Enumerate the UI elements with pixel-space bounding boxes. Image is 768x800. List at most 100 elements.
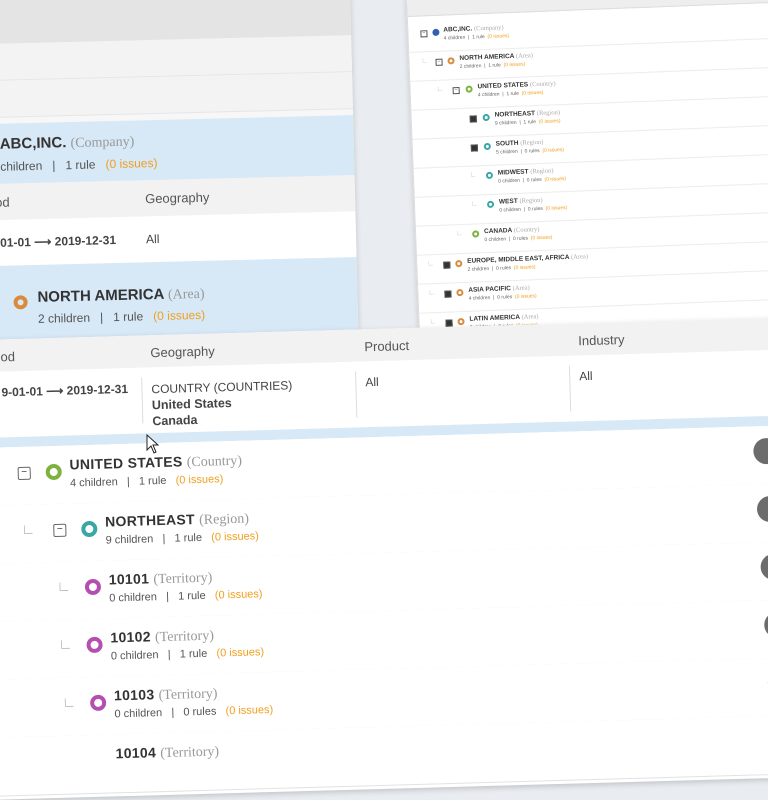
region-ring-icon	[487, 201, 494, 208]
separator: |	[52, 158, 55, 172]
node-type: (Company)	[70, 135, 134, 152]
node-name: ABC,INC. (Company)	[0, 133, 135, 154]
country-ring-icon	[465, 86, 472, 93]
tree-branch-icon: ∟	[21, 521, 35, 537]
column-geography[interactable]: Geography	[145, 190, 210, 207]
node-name: NORTH AMERICA (Area)	[37, 285, 204, 307]
minus-box-icon[interactable]: −	[453, 87, 460, 94]
node-meta: children | 1 rule (0 issues)	[0, 156, 158, 174]
minus-box-icon[interactable]: −	[435, 59, 442, 66]
node-name: UNITED STATES (Country)	[69, 452, 242, 475]
territory-detail-panel: od Geography Product Industry 9-01-01 ⟶ …	[0, 318, 768, 800]
tree-branch-icon: ∟	[471, 200, 478, 207]
rule-count: 1 rule	[113, 309, 143, 324]
divider	[141, 377, 143, 423]
divider	[569, 366, 571, 412]
plus-box-icon[interactable]	[445, 319, 452, 326]
tree-branch-icon: ∟	[429, 318, 436, 325]
column-period[interactable]: od	[0, 195, 10, 210]
minus-box-icon[interactable]: −	[18, 467, 31, 480]
plus-box-icon[interactable]	[470, 115, 477, 122]
node-type: (Area)	[168, 287, 205, 303]
company-node-row[interactable]: ABC,INC. (Company) children | 1 rule (0 …	[0, 115, 355, 184]
plus-box-icon[interactable]	[443, 261, 450, 268]
node-name: CANADA (Country)	[484, 226, 540, 235]
column-period[interactable]: od	[0, 349, 15, 364]
tree-branch-icon: ∟	[421, 57, 428, 64]
column-geography[interactable]: Geography	[150, 343, 215, 360]
node-name: NORTH AMERICA (Area)	[459, 52, 533, 62]
issues-count[interactable]: (0 issues)	[153, 308, 205, 323]
user-avatar-icon[interactable]	[760, 554, 768, 581]
country-ring-icon	[45, 464, 61, 480]
area-node-row[interactable]: NORTH AMERICA (Area) 2 children | 1 rule…	[0, 257, 358, 342]
user-avatar-icon[interactable]	[757, 496, 768, 523]
minus-box-icon[interactable]: −	[53, 524, 66, 537]
area-ring-icon	[457, 318, 464, 325]
node-name: ABC,INC. (Company)	[443, 24, 504, 33]
user-avatar-icon[interactable]	[753, 438, 768, 465]
node-meta: 4 children | 0 rules (0 issues)	[469, 293, 537, 302]
geography-value: COUNTRY (COUNTRIES) United States Canada	[151, 377, 293, 429]
mouse-pointer-icon	[146, 434, 160, 454]
node-meta: 2 children | 0 rules (0 issues)	[467, 264, 535, 273]
children-count: children	[0, 159, 42, 174]
node-name: 10101 (Territory)	[109, 569, 213, 590]
node-name: ASIA PACIFIC (Area)	[468, 284, 530, 293]
tree-branch-icon: ∟	[428, 289, 435, 296]
blank-row	[0, 72, 353, 118]
node-meta: 2 children | 1 rule (0 issues)	[38, 308, 206, 326]
geography-item: Canada	[152, 409, 293, 429]
plus-box-icon[interactable]	[471, 144, 478, 151]
region-ring-icon	[484, 143, 491, 150]
node-name: 10103 (Territory)	[114, 685, 218, 706]
period-value: -01-01 ⟶ 2019-12-31	[0, 233, 116, 250]
rule-count: 1 rule	[65, 157, 95, 172]
node-name: NORTHEAST (Region)	[105, 510, 249, 532]
region-ring-icon	[81, 521, 97, 537]
territory-ring-icon	[90, 695, 106, 711]
node-name-text: NORTH AMERICA	[37, 286, 164, 306]
column-industry[interactable]: Industry	[578, 332, 625, 348]
product-value: All	[365, 375, 379, 389]
separator: |	[100, 310, 103, 324]
node-name: EUROPE, MIDDLE EAST, AFRICA (Area)	[467, 253, 588, 265]
tree-branch-icon: ∟	[427, 260, 434, 267]
minus-box-icon[interactable]: −	[420, 30, 427, 37]
hierarchy-tree-panel: − ABC,INC. (Company) 4 children | 1 rule…	[406, 0, 768, 336]
tree-branch-icon: ∟	[58, 636, 72, 652]
issues-count[interactable]: (0 issues)	[105, 156, 157, 171]
node-meta: 9 children | 1 rule (0 issues)	[495, 118, 561, 127]
industry-value: All	[579, 369, 593, 383]
territory-ring-icon	[85, 579, 101, 595]
area-ring-icon	[447, 57, 454, 64]
column-product[interactable]: Product	[364, 338, 409, 354]
node-meta: 4 children | 1 rule (0 issues)	[70, 473, 224, 489]
country-ring-icon	[472, 230, 479, 237]
node-name: NORTHEAST (Region)	[495, 109, 561, 119]
region-ring-icon	[483, 114, 490, 121]
node-meta: 9 children | 1 rule (0 issues)	[105, 530, 259, 546]
territory-ring-icon	[86, 637, 102, 653]
area-ring-icon	[13, 295, 27, 309]
node-name: MIDWEST (Region)	[498, 167, 554, 176]
area-ring-icon	[456, 289, 463, 296]
tree-branch-icon: ∟	[470, 171, 477, 178]
node-name: WEST (Region)	[499, 197, 543, 206]
plus-box-icon[interactable]	[444, 290, 451, 297]
area-ring-icon	[455, 260, 462, 267]
divider	[355, 372, 357, 418]
node-meta: 2 children | 1 rule (0 issues)	[460, 61, 526, 70]
detail-panel-background: ABC,INC. (Company) children | 1 rule (0 …	[0, 0, 358, 342]
tree-branch-icon: ∟	[456, 230, 463, 237]
node-meta: 4 children | 1 rule (0 issues)	[478, 90, 544, 99]
user-avatar-icon[interactable]	[764, 611, 768, 638]
node-name: SOUTH (Region)	[496, 139, 544, 148]
node-meta: 0 children | 1 rule (0 issues)	[111, 646, 265, 662]
node-name: 10104 (Territory)	[115, 742, 219, 763]
node-meta: 5 children | 0 rules (0 issues)	[496, 147, 564, 156]
node-meta: 0 children | 1 rule (0 issues)	[109, 588, 263, 604]
children-count: 2 children	[38, 311, 90, 326]
node-name: 10102 (Territory)	[110, 627, 214, 648]
node-meta: 0 children | 0 rules (0 issues)	[499, 205, 567, 214]
